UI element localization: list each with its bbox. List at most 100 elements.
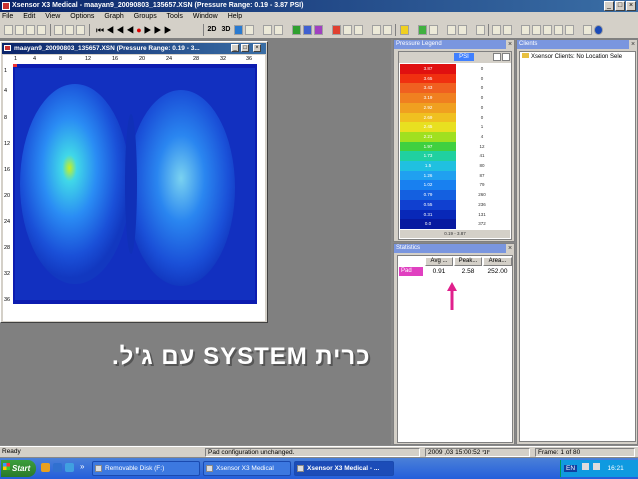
legend-count: 372 xyxy=(478,221,486,227)
slide-caption: כרית SYSTEM עם ג'ל. xyxy=(112,343,371,370)
view-2d-button[interactable]: 2D xyxy=(206,25,218,35)
task-label: Xsensor X3 Medical xyxy=(216,465,274,472)
expand-icon[interactable]: » xyxy=(80,462,84,471)
settings-icon[interactable] xyxy=(332,25,341,35)
device-icon[interactable] xyxy=(492,25,501,35)
record-icon[interactable]: ● xyxy=(136,25,143,35)
minimize-button[interactable]: _ xyxy=(604,1,614,11)
quicklaunch-icon[interactable] xyxy=(65,463,74,472)
menu-view[interactable]: View xyxy=(45,13,60,20)
zoom-icon[interactable] xyxy=(372,25,381,35)
first-frame-icon[interactable]: ⏮ xyxy=(96,25,106,35)
menu-window[interactable]: Window xyxy=(193,13,218,20)
view-3d-button[interactable]: 3D xyxy=(220,25,232,35)
play-icon[interactable]: ▶ xyxy=(144,25,154,35)
menu-graph[interactable]: Graph xyxy=(104,13,123,20)
clients-tree-item[interactable]: Xsensor Clients: No Location Sele xyxy=(522,53,622,60)
map-window-icon xyxy=(4,45,11,51)
table-icon[interactable] xyxy=(343,25,352,35)
cut-icon[interactable] xyxy=(54,25,63,35)
task-label: Removable Disk (F:) xyxy=(105,465,165,472)
camera-icon[interactable] xyxy=(429,25,438,35)
stats-row-label[interactable]: Pad xyxy=(399,267,423,276)
next-icon[interactable]: ▶▶ xyxy=(154,25,174,35)
sensor-icon[interactable] xyxy=(503,25,512,35)
list-icon[interactable] xyxy=(274,25,283,35)
pencil-icon[interactable] xyxy=(400,25,409,35)
map-close-button[interactable]: × xyxy=(253,44,261,52)
arrange-icon[interactable] xyxy=(565,25,574,35)
prev-icon[interactable]: ◀◀ xyxy=(106,25,126,35)
clients-panel-title: Clients xyxy=(517,40,629,49)
app-icon xyxy=(2,2,10,10)
quicklaunch-icon[interactable] xyxy=(53,463,62,472)
col-tick: 36 xyxy=(246,56,253,62)
task-xsensor-1[interactable]: Xsensor X3 Medical xyxy=(203,461,291,476)
stats-header-avg[interactable]: Avg ... xyxy=(425,257,453,266)
tile-icon[interactable] xyxy=(532,25,541,35)
stats-area-value: 252.00 xyxy=(487,268,508,275)
pressure-map-window[interactable]: maayan9_20090803_135657.XSN (Pressure Ra… xyxy=(0,41,268,323)
tray-icon[interactable] xyxy=(581,463,589,470)
cascade-icon[interactable] xyxy=(543,25,552,35)
select-icon[interactable] xyxy=(354,25,363,35)
row-tick: 1 xyxy=(4,68,8,74)
task-xsensor-2[interactable]: Xsensor X3 Medical - ... xyxy=(294,461,394,476)
map-minimize-button[interactable]: _ xyxy=(231,44,239,52)
pan-icon[interactable] xyxy=(383,25,392,35)
step-back-icon[interactable]: ◀ xyxy=(126,25,136,35)
stats-header-peak[interactable]: Peak... xyxy=(454,257,482,266)
row-tick: 20 xyxy=(4,193,11,199)
legend-header: PSI xyxy=(399,52,511,63)
save-icon[interactable] xyxy=(26,25,35,35)
chart-icon[interactable] xyxy=(245,25,254,35)
copy-icon[interactable] xyxy=(65,25,74,35)
table-view-icon[interactable] xyxy=(476,25,485,35)
paste-icon[interactable] xyxy=(76,25,85,35)
layout-icon[interactable] xyxy=(521,25,530,35)
status-message: Pad configuration unchanged. xyxy=(205,448,420,457)
status-ready: Ready xyxy=(2,448,21,455)
volume-icon[interactable] xyxy=(592,463,600,470)
menu-options[interactable]: Options xyxy=(70,13,94,20)
map-maximize-button[interactable]: □ xyxy=(241,44,249,52)
chart-bar-icon[interactable] xyxy=(458,25,467,35)
grid-icon[interactable] xyxy=(303,25,312,35)
open-folder-icon[interactable] xyxy=(15,25,24,35)
task-label: Xsensor X3 Medical - ... xyxy=(307,465,380,472)
color-icon[interactable] xyxy=(292,25,301,35)
palette-icon[interactable] xyxy=(314,25,323,35)
clients-close-icon[interactable]: × xyxy=(629,40,637,49)
sync-icon[interactable] xyxy=(418,25,427,35)
statistics-panel-title: Statistics xyxy=(394,244,506,253)
language-indicator[interactable]: EN xyxy=(564,465,578,472)
legend-settings-icon[interactable] xyxy=(493,53,501,61)
quicklaunch-icon[interactable] xyxy=(41,463,50,472)
tool-icon[interactable] xyxy=(263,25,272,35)
stats-header-area[interactable]: Area... xyxy=(483,257,512,266)
close-button[interactable]: × xyxy=(626,1,636,11)
menu-groups[interactable]: Groups xyxy=(134,13,157,20)
menu-tools[interactable]: Tools xyxy=(167,13,183,20)
grid-view-icon[interactable] xyxy=(234,25,243,35)
legend-unit: PSI xyxy=(454,53,474,61)
system-tray: EN 16:21 xyxy=(560,460,638,477)
windows-icon[interactable] xyxy=(554,25,563,35)
menu-edit[interactable]: Edit xyxy=(23,13,35,20)
info-icon[interactable] xyxy=(594,25,603,35)
document-icon[interactable] xyxy=(447,25,456,35)
pressure-heatmap[interactable] xyxy=(13,64,257,304)
row-tick: 12 xyxy=(4,141,11,147)
new-file-icon[interactable] xyxy=(4,25,13,35)
maximize-button[interactable]: □ xyxy=(615,1,625,11)
legend-count: 4 xyxy=(480,133,484,139)
task-removable-disk[interactable]: Removable Disk (F:) xyxy=(92,461,200,476)
menu-help[interactable]: Help xyxy=(228,13,242,20)
print-icon[interactable] xyxy=(37,25,46,35)
menu-file[interactable]: File xyxy=(2,13,13,20)
monitor-icon[interactable] xyxy=(583,25,592,35)
row-tick: 4 xyxy=(4,88,8,94)
legend-close-icon[interactable]: × xyxy=(506,40,514,49)
legend-menu-icon[interactable] xyxy=(502,53,510,61)
statistics-close-icon[interactable]: × xyxy=(506,244,514,253)
